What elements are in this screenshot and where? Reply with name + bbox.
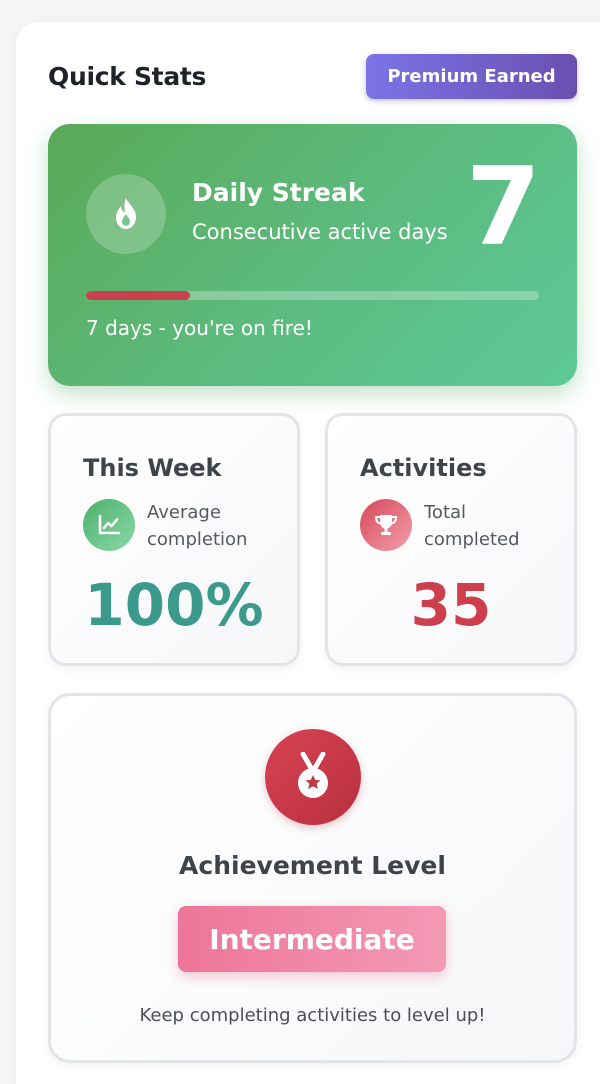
streak-subtitle: Consecutive active days <box>192 220 448 244</box>
streak-message: 7 days - you're on fire! <box>86 316 313 340</box>
this-week-card[interactable]: This Week Average completion 100% <box>48 413 300 666</box>
level-badge[interactable]: Intermediate <box>178 906 446 972</box>
stat-description: Average completion <box>147 502 248 550</box>
streak-progress-bar <box>86 291 539 300</box>
line-chart-icon <box>83 499 135 551</box>
flame-icon <box>86 174 166 254</box>
daily-streak-card[interactable]: Daily Streak Consecutive active days 7 7… <box>48 124 577 386</box>
trophy-icon <box>360 499 412 551</box>
achievement-card[interactable]: Achievement Level Intermediate Keep comp… <box>48 693 577 1063</box>
activities-card[interactable]: Activities Total completed 35 <box>325 413 577 666</box>
header: Quick Stats Premium Earned <box>48 54 578 100</box>
streak-title: Daily Streak <box>192 178 365 207</box>
premium-badge[interactable]: Premium Earned <box>366 54 577 99</box>
stat-value: 100% <box>84 571 264 639</box>
streak-progress-fill <box>86 291 191 300</box>
page-title: Quick Stats <box>48 62 207 91</box>
achievement-note: Keep completing activities to level up! <box>139 1005 486 1026</box>
streak-count: 7 <box>465 145 541 270</box>
medal-icon <box>265 729 361 825</box>
stat-title: Activities <box>360 454 487 482</box>
stat-value: 35 <box>410 571 492 639</box>
achievement-title: Achievement Level <box>179 851 446 880</box>
stat-title: This Week <box>83 454 222 482</box>
stat-description: Total completed <box>424 502 520 550</box>
